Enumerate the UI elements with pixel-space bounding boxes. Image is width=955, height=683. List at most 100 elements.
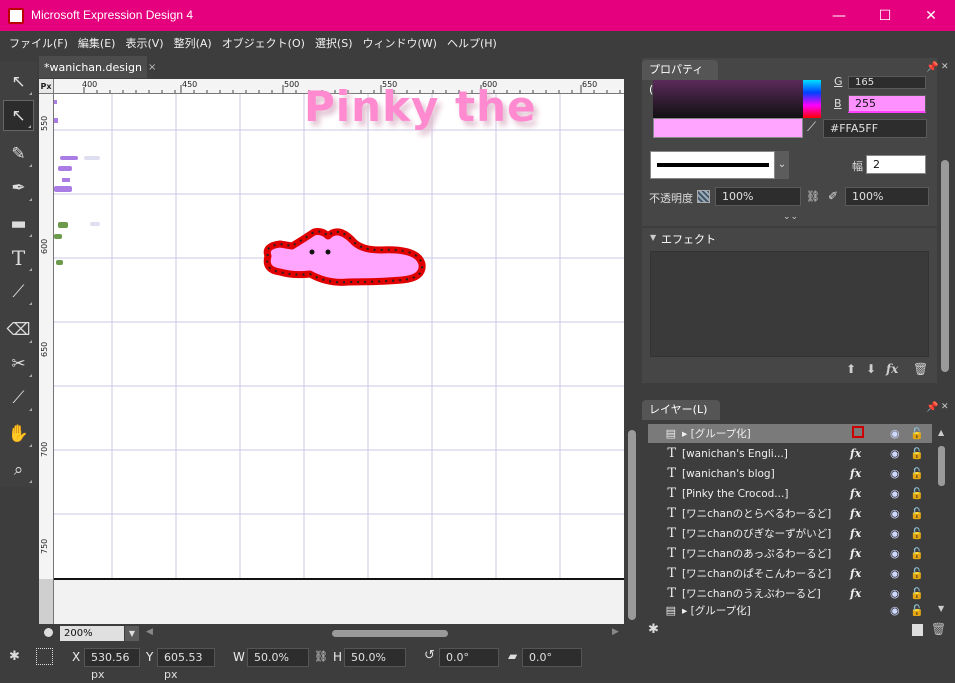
layers-options-icon[interactable]: ✱ (648, 622, 659, 637)
menu-file[interactable]: ファイル(F) (4, 35, 73, 51)
eye-icon[interactable]: ◉ (890, 587, 910, 600)
pen-tool-icon[interactable]: ✒ (3, 172, 34, 203)
fx-icon[interactable]: fx (850, 527, 890, 540)
lock-icon[interactable]: 🔓 (910, 527, 928, 540)
link-icon[interactable]: ⛓ (314, 650, 328, 663)
layer-row[interactable]: T [ワニchanのぱそこんわーるど] fx ◉ 🔓 (648, 564, 932, 584)
scroll-right-icon[interactable]: ▶ (612, 627, 619, 637)
layer-row[interactable]: T [wanichan's blog] fx ◉ 🔓 (648, 464, 932, 484)
selection-tool-icon[interactable]: ↖ (3, 66, 34, 97)
menu-window[interactable]: ウィンドウ(W) (358, 35, 442, 51)
menu-help[interactable]: ヘルプ(H) (442, 35, 502, 51)
delete-layer-icon[interactable]: 🗑 (931, 622, 946, 636)
g-value-field[interactable]: 165 (848, 76, 926, 89)
gradient-tool-icon[interactable]: ⟋ (3, 382, 34, 413)
new-layer-icon[interactable] (912, 624, 923, 636)
layer-row[interactable]: T [ワニchanのとらべるわーるど] fx ◉ 🔓 (648, 504, 932, 524)
layer-row[interactable]: T [Pinky the Crocod...] fx ◉ 🔓 (648, 484, 932, 504)
eye-icon[interactable]: ◉ (890, 527, 910, 540)
reference-point-icon[interactable] (36, 648, 53, 665)
zoom-tool-icon[interactable]: ⌕ (3, 454, 34, 485)
menu-object[interactable]: オブジェクト(O) (217, 35, 310, 51)
layers-left-scroll-thumb[interactable] (628, 430, 636, 620)
rotation-field[interactable]: 0.0° (439, 648, 499, 667)
pan-tool-icon[interactable]: ✋ (3, 418, 34, 449)
minimize-button[interactable]: — (816, 0, 862, 31)
eye-icon[interactable]: ◉ (890, 427, 910, 440)
eye-icon[interactable]: ◉ (890, 487, 910, 500)
layer-row[interactable]: T [wanichan's Engli...] fx ◉ 🔓 (648, 444, 932, 464)
stroke-width-input[interactable]: 2 (866, 155, 926, 174)
scroll-left-icon[interactable]: ◀ (146, 627, 153, 637)
lock-icon[interactable]: 🔓 (910, 427, 928, 440)
lock-icon[interactable]: 🔓 (910, 567, 928, 580)
document-tab[interactable]: *wanichan.design × (39, 56, 156, 78)
stroke-opacity-field[interactable]: 100% (845, 187, 929, 206)
artboard[interactable]: Pinky the (54, 82, 624, 624)
crocodile-shape[interactable] (258, 222, 428, 292)
delete-effect-icon[interactable]: 🗑 (913, 362, 928, 376)
eyedropper-icon[interactable]: ⟋ (807, 120, 816, 135)
fx-icon[interactable]: fx (850, 467, 890, 480)
rectangle-tool-icon[interactable]: ▬ (3, 208, 34, 239)
fill-opacity-field[interactable]: 100% (715, 187, 801, 206)
zoom-dropdown-icon[interactable]: ▼ (125, 626, 139, 641)
stroke-style-dropdown[interactable] (650, 151, 775, 179)
menu-view[interactable]: 表示(V) (120, 35, 168, 51)
layer-target-icon[interactable] (850, 426, 890, 441)
layer-row[interactable]: ▤ ▸ [グループ化] ◉ 🔓 (648, 424, 932, 444)
layers-pin-icon[interactable]: 📌 (926, 402, 938, 413)
layer-row[interactable]: T [ワニchanのあっぷるわーるど] fx ◉ 🔓 (648, 544, 932, 564)
lock-icon[interactable]: 🔓 (910, 487, 928, 500)
fx-icon[interactable]: fx (850, 507, 890, 520)
layers-tab[interactable]: レイヤー(L) (642, 400, 720, 420)
menu-edit[interactable]: 編集(E) (73, 35, 121, 51)
zoom-input[interactable]: 200% (60, 626, 124, 641)
layers-scroll-down-icon[interactable]: ▼ (938, 604, 944, 613)
layer-row[interactable]: T [ワニchanのびぎなーずがいど] fx ◉ 🔓 (648, 524, 932, 544)
eye-icon[interactable]: ◉ (890, 447, 910, 460)
x-position-field[interactable]: 530.56 px (84, 648, 140, 681)
lock-icon[interactable]: 🔓 (910, 587, 928, 600)
layers-scroll-thumb[interactable] (938, 446, 945, 486)
effects-list[interactable] (650, 251, 929, 357)
add-effect-icon[interactable]: fx (886, 362, 898, 376)
maximize-button[interactable]: ☐ (862, 0, 908, 31)
gear-icon[interactable]: ✱ (9, 649, 20, 664)
fx-icon[interactable]: fx (850, 587, 890, 600)
canvas-title-text[interactable]: Pinky the (304, 82, 536, 131)
move-effect-down-icon[interactable]: ⬇ (866, 362, 876, 376)
properties-tab[interactable]: プロパティ(P) (642, 60, 718, 96)
hex-color-field[interactable]: #FFA5FF (823, 119, 927, 138)
properties-scroll-thumb[interactable] (941, 160, 949, 372)
width-scale-field[interactable]: 50.0% (247, 648, 309, 667)
pin-icon[interactable]: 📌 (926, 62, 938, 73)
y-position-field[interactable]: 605.53 px (157, 648, 215, 681)
fx-icon[interactable]: fx (850, 547, 890, 560)
text-tool-icon[interactable]: T (3, 242, 34, 273)
scissors-tool-icon[interactable]: ✂ (3, 348, 34, 379)
eraser-tool-icon[interactable]: ⌫ (3, 314, 34, 345)
direct-selection-tool-icon[interactable]: ↖ (3, 100, 34, 131)
move-effect-up-icon[interactable]: ⬆ (846, 362, 856, 376)
color-picker-field[interactable] (653, 80, 803, 118)
eye-icon[interactable]: ◉ (890, 547, 910, 560)
lock-icon[interactable]: 🔓 (910, 467, 928, 480)
layer-row[interactable]: T [ワニchanのうえぶわーるど] fx ◉ 🔓 (648, 584, 932, 604)
fx-icon[interactable]: fx (850, 567, 890, 580)
vertical-ruler[interactable]: 550 600 650 700 750 (39, 94, 54, 624)
canvas-area[interactable]: 400 450 500 550 600 650 Px 550 600 650 7… (39, 79, 624, 624)
eye-icon[interactable]: ◉ (890, 467, 910, 480)
eye-icon[interactable]: ◉ (890, 507, 910, 520)
lock-icon[interactable]: 🔓 (910, 604, 928, 616)
current-fill-swatch[interactable] (653, 118, 803, 138)
hue-slider[interactable] (803, 80, 821, 118)
eyedropper-tool-icon[interactable]: ⟋ (3, 276, 34, 307)
zoom-slider-icon[interactable] (44, 628, 53, 637)
height-scale-field[interactable]: 50.0% (344, 648, 406, 667)
layer-row[interactable]: ▤ ▸ [グループ化] ◉ 🔓 (648, 604, 932, 617)
menu-select[interactable]: 選択(S) (310, 35, 358, 51)
eye-icon[interactable]: ◉ (890, 567, 910, 580)
lock-icon[interactable]: 🔓 (910, 547, 928, 560)
paintbrush-tool-icon[interactable]: ✎ (3, 138, 34, 169)
